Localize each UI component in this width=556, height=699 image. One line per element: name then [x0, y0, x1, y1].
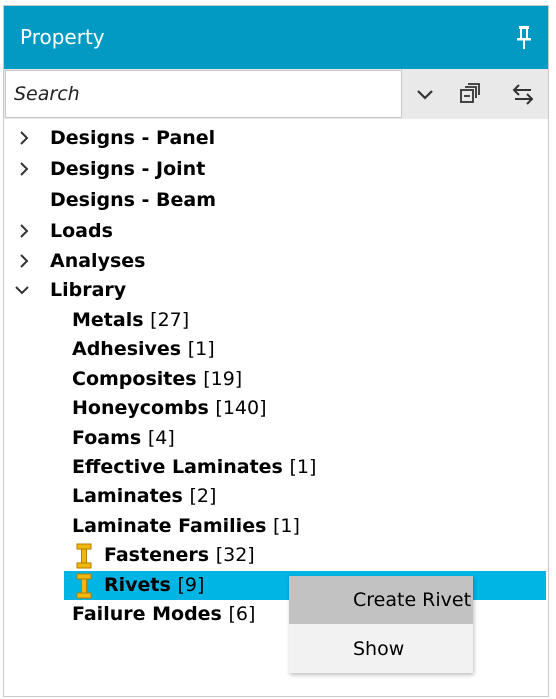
- library-item-laminate-families[interactable]: Laminate Families [1]: [4, 512, 548, 541]
- library-item-laminates[interactable]: Laminates [2]: [4, 482, 548, 511]
- sync-arrows-icon[interactable]: [510, 81, 536, 107]
- pin-icon[interactable]: [516, 24, 532, 50]
- chevron-right-icon[interactable]: [17, 162, 31, 176]
- tree-node-label: Designs - Joint: [50, 158, 206, 180]
- library-item-label: Fasteners: [104, 544, 210, 566]
- panel-title: Property: [20, 25, 105, 49]
- tree-node-label: Designs - Panel: [50, 127, 216, 149]
- tree-node-loads[interactable]: Loads: [4, 217, 548, 246]
- tree-node-analyses[interactable]: Analyses: [4, 247, 548, 276]
- tree-node-label: Designs - Beam: [50, 189, 217, 211]
- tree-node-label: Loads: [50, 220, 113, 242]
- library-item-count: [27]: [150, 309, 190, 331]
- library-item-label: Failure Modes: [72, 603, 222, 625]
- library-item-label: Honeycombs: [72, 397, 209, 419]
- library-item-count: [1]: [289, 456, 317, 478]
- library-item-adhesives[interactable]: Adhesives [1]: [4, 335, 548, 364]
- library-item-count: [9]: [177, 574, 205, 596]
- tree-node-designs-beam[interactable]: Designs - Beam: [4, 186, 548, 215]
- library-item-label: Laminate Families: [72, 515, 267, 537]
- library-item-honeycombs[interactable]: Honeycombs [140]: [4, 394, 548, 423]
- library-item-label: Adhesives: [72, 338, 182, 360]
- library-item-label: Composites: [72, 368, 197, 390]
- tree-node-label: Library: [50, 279, 127, 301]
- search-input[interactable]: [5, 70, 402, 118]
- library-item-count: [1]: [273, 515, 300, 537]
- library-item-count: [1]: [187, 338, 215, 360]
- library-item-fasteners[interactable]: Fasteners [32]: [4, 541, 548, 570]
- tree-node-designs-joint[interactable]: Designs - Joint: [4, 155, 548, 184]
- chevron-down-icon[interactable]: [412, 81, 438, 107]
- library-item-effective-laminates[interactable]: Effective Laminates [1]: [4, 453, 548, 482]
- library-item-count: [19]: [203, 368, 243, 390]
- rivet-bolt-icon: [76, 573, 92, 599]
- tree-node-label: Analyses: [50, 250, 146, 272]
- panel-header: Property: [4, 6, 548, 69]
- context-menu: Create Rivet Show: [289, 576, 473, 673]
- library-item-composites[interactable]: Composites [19]: [4, 365, 548, 394]
- library-item-metals[interactable]: Metals [27]: [4, 306, 548, 335]
- chevron-right-icon[interactable]: [17, 131, 31, 145]
- search-toolbar: [4, 69, 548, 119]
- tree-node-designs-panel[interactable]: Designs - Panel: [4, 124, 548, 153]
- library-item-label: Foams: [72, 427, 142, 449]
- library-item-label: Rivets: [104, 574, 171, 596]
- library-item-label: Effective Laminates: [72, 456, 283, 478]
- library-item-count: [2]: [189, 485, 217, 507]
- context-menu-create-rivet[interactable]: Create Rivet: [289, 576, 473, 624]
- library-item-foams[interactable]: Foams [4]: [4, 424, 548, 453]
- library-item-count: [6]: [228, 603, 256, 625]
- library-item-label: Laminates: [72, 485, 183, 507]
- tree-node-library[interactable]: Library: [4, 276, 548, 305]
- library-item-count: [4]: [147, 427, 175, 449]
- fastener-bolt-icon: [76, 543, 92, 569]
- context-menu-show[interactable]: Show: [289, 625, 473, 673]
- chevron-right-icon[interactable]: [17, 224, 31, 238]
- chevron-right-icon[interactable]: [17, 254, 31, 268]
- chevron-down-icon[interactable]: [15, 283, 29, 297]
- library-item-count: [140]: [215, 397, 267, 419]
- collapse-all-icon[interactable]: [457, 81, 483, 107]
- library-item-label: Metals: [72, 309, 144, 331]
- library-item-count: [32]: [215, 544, 255, 566]
